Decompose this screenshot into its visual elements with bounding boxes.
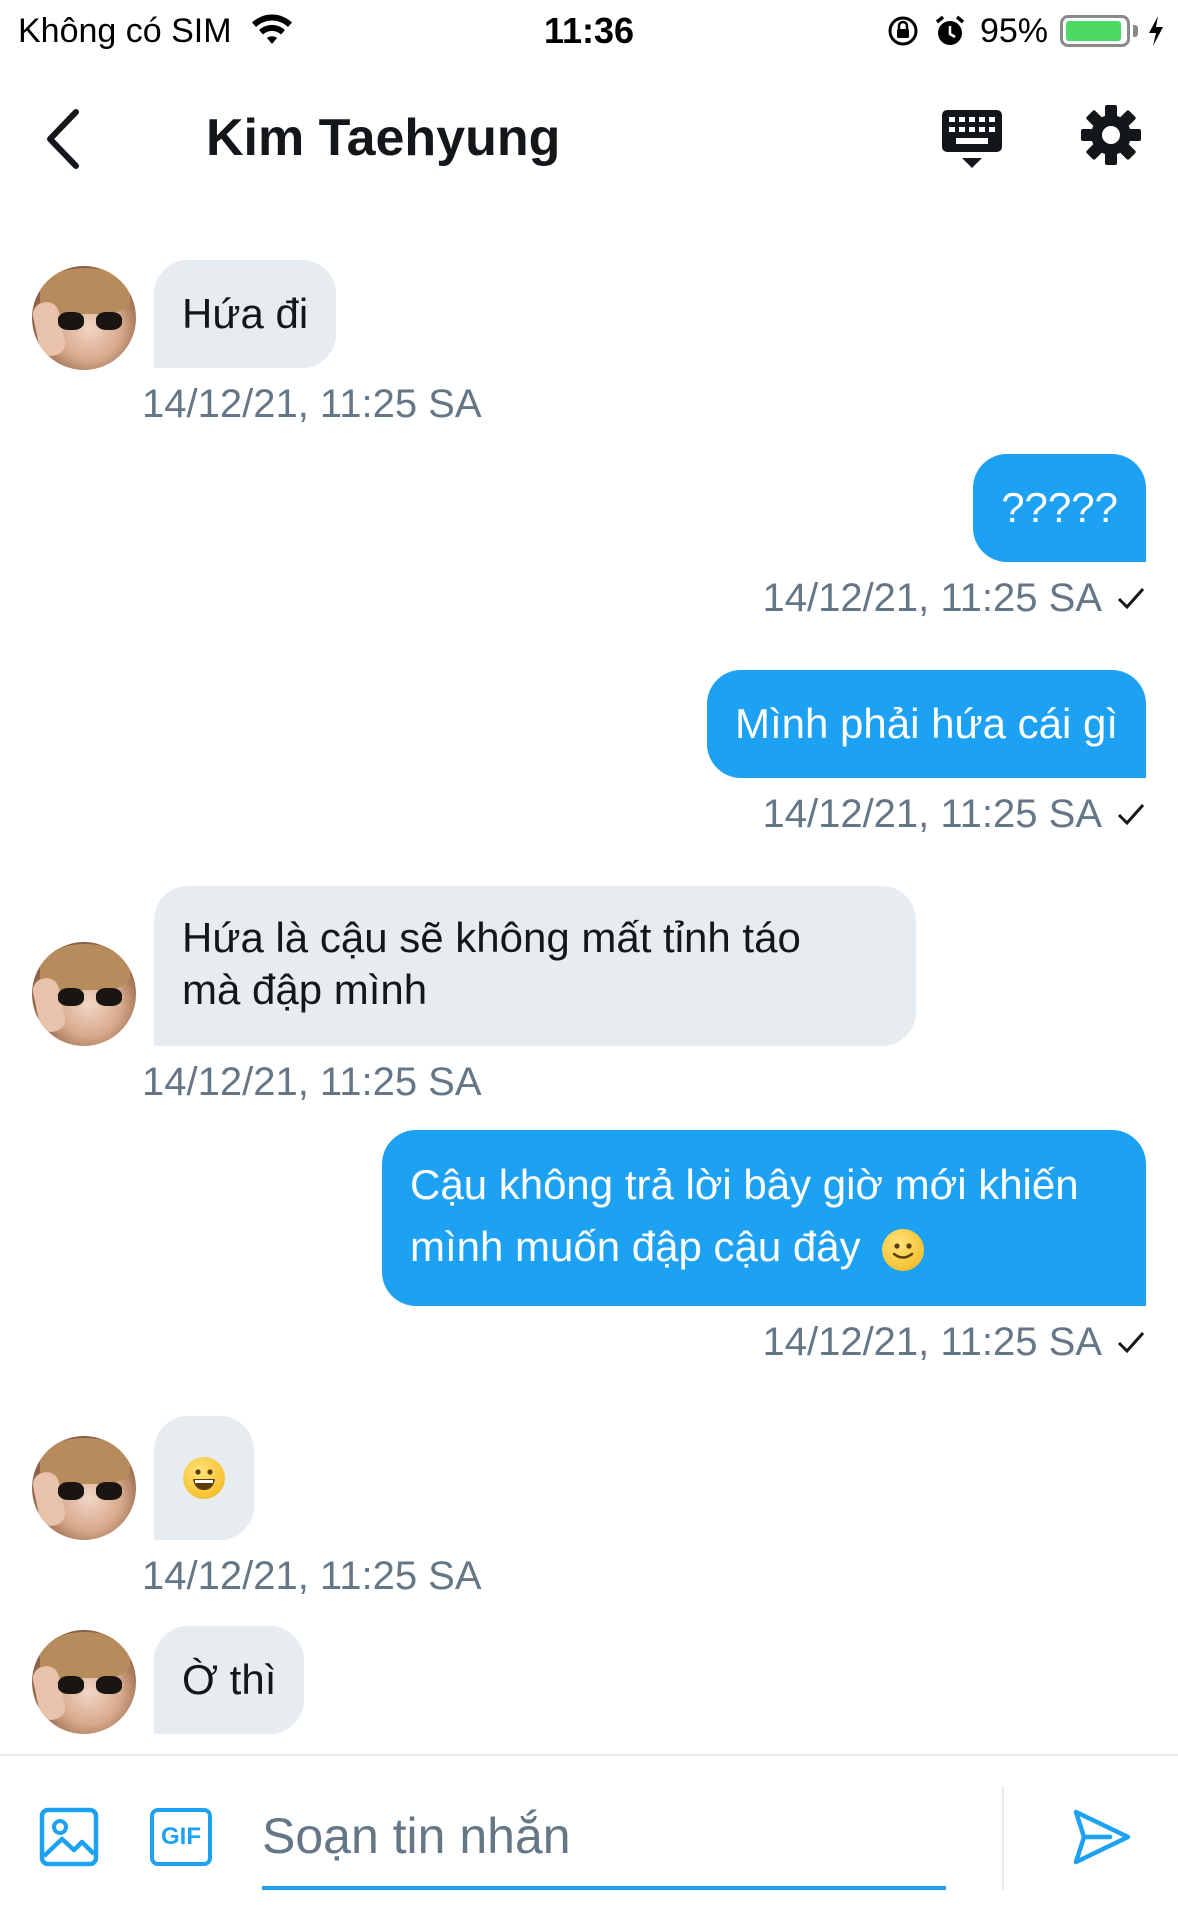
message-timestamp: 14/12/21, 11:25 SA bbox=[142, 382, 482, 426]
message-bubble-outgoing[interactable]: Cậu không trả lời bây giờ mới khiến mình… bbox=[382, 1130, 1146, 1306]
sent-check-icon bbox=[1117, 588, 1145, 610]
keyboard-icon[interactable] bbox=[940, 106, 1004, 172]
battery-cap bbox=[1133, 25, 1138, 37]
orientation-lock-icon bbox=[888, 16, 918, 46]
message-text-line: Cậu không trả lời bây giờ mới khiến bbox=[410, 1161, 1079, 1208]
message-bubble-outgoing[interactable]: ????? bbox=[973, 454, 1146, 562]
message-bubble-incoming[interactable]: Hứa là cậu sẽ không mất tỉnh táo mà đập … bbox=[154, 886, 916, 1046]
message-text-line: mà đập mình bbox=[182, 966, 428, 1013]
charging-bolt-icon bbox=[1149, 16, 1163, 46]
message-timestamp-row: 14/12/21, 11:25 SA bbox=[762, 790, 1146, 838]
image-icon[interactable] bbox=[38, 1806, 100, 1868]
message-bubble-incoming[interactable]: Hứa đi bbox=[154, 260, 337, 368]
battery-percent: 95% bbox=[979, 11, 1048, 50]
message-bubble-incoming[interactable]: Ờ thì bbox=[154, 1626, 305, 1734]
avatar[interactable] bbox=[32, 266, 136, 370]
message-bubble-incoming[interactable] bbox=[154, 1416, 254, 1540]
alarm-icon bbox=[935, 15, 965, 45]
status-bar: Không có SIM 11:36 95% bbox=[0, 0, 1178, 62]
send-icon[interactable] bbox=[1070, 1806, 1132, 1868]
back-arrow-icon[interactable] bbox=[38, 104, 88, 174]
avatar[interactable] bbox=[32, 1436, 136, 1540]
message-text-line: mình muốn đập cậu đây bbox=[410, 1223, 861, 1270]
message-text: Hứa đi bbox=[182, 290, 309, 337]
slightly-smiling-face-icon bbox=[882, 1228, 925, 1271]
gif-button[interactable]: GIF bbox=[150, 1808, 212, 1866]
message-text-line: Hứa là cậu sẽ không mất tỉnh táo bbox=[182, 914, 801, 961]
avatar-sunglasses bbox=[58, 1482, 122, 1502]
message-text: Ờ thì bbox=[182, 1656, 277, 1703]
grinning-face-icon bbox=[183, 1457, 225, 1499]
avatar-sunglasses bbox=[58, 1676, 122, 1696]
message-composer: GIF bbox=[0, 1754, 1178, 1920]
sent-check-icon bbox=[1117, 1332, 1145, 1354]
sent-check-icon bbox=[1117, 804, 1145, 826]
status-right: 95% bbox=[886, 10, 1166, 52]
message-timestamp: 14/12/21, 11:25 SA bbox=[762, 1320, 1102, 1364]
message-timestamp-row: 14/12/21, 11:25 SA bbox=[762, 574, 1146, 622]
avatar[interactable] bbox=[32, 1630, 136, 1734]
composer-divider bbox=[1002, 1786, 1004, 1890]
gear-icon[interactable] bbox=[1080, 104, 1142, 166]
avatar-sunglasses bbox=[58, 312, 122, 332]
battery-icon bbox=[1060, 15, 1130, 47]
message-timestamp-row: 14/12/21, 11:25 SA bbox=[762, 1318, 1146, 1366]
message-input[interactable] bbox=[262, 1786, 946, 1890]
message-text: ????? bbox=[1001, 484, 1118, 531]
battery-level bbox=[1066, 21, 1122, 41]
message-timestamp: 14/12/21, 11:25 SA bbox=[142, 1554, 482, 1598]
conversation-header: Kim Taehyung bbox=[0, 62, 1178, 212]
message-timestamp: 14/12/21, 11:25 SA bbox=[762, 576, 1102, 620]
message-timestamp: 14/12/21, 11:25 SA bbox=[142, 1060, 482, 1104]
message-bubble-outgoing[interactable]: Mình phải hứa cái gì bbox=[706, 670, 1146, 778]
message-text: Mình phải hứa cái gì bbox=[734, 700, 1118, 747]
message-text-line-with-emoji: mình muốn đập cậu đây bbox=[410, 1216, 925, 1278]
avatar[interactable] bbox=[32, 942, 136, 1046]
avatar-sunglasses bbox=[58, 988, 122, 1008]
conversation-title: Kim Taehyung bbox=[206, 109, 561, 167]
dm-conversation-screen: Không có SIM 11:36 95% Kim Taehyung Hứa … bbox=[0, 0, 1178, 1920]
message-timestamp: 14/12/21, 11:25 SA bbox=[762, 792, 1102, 836]
